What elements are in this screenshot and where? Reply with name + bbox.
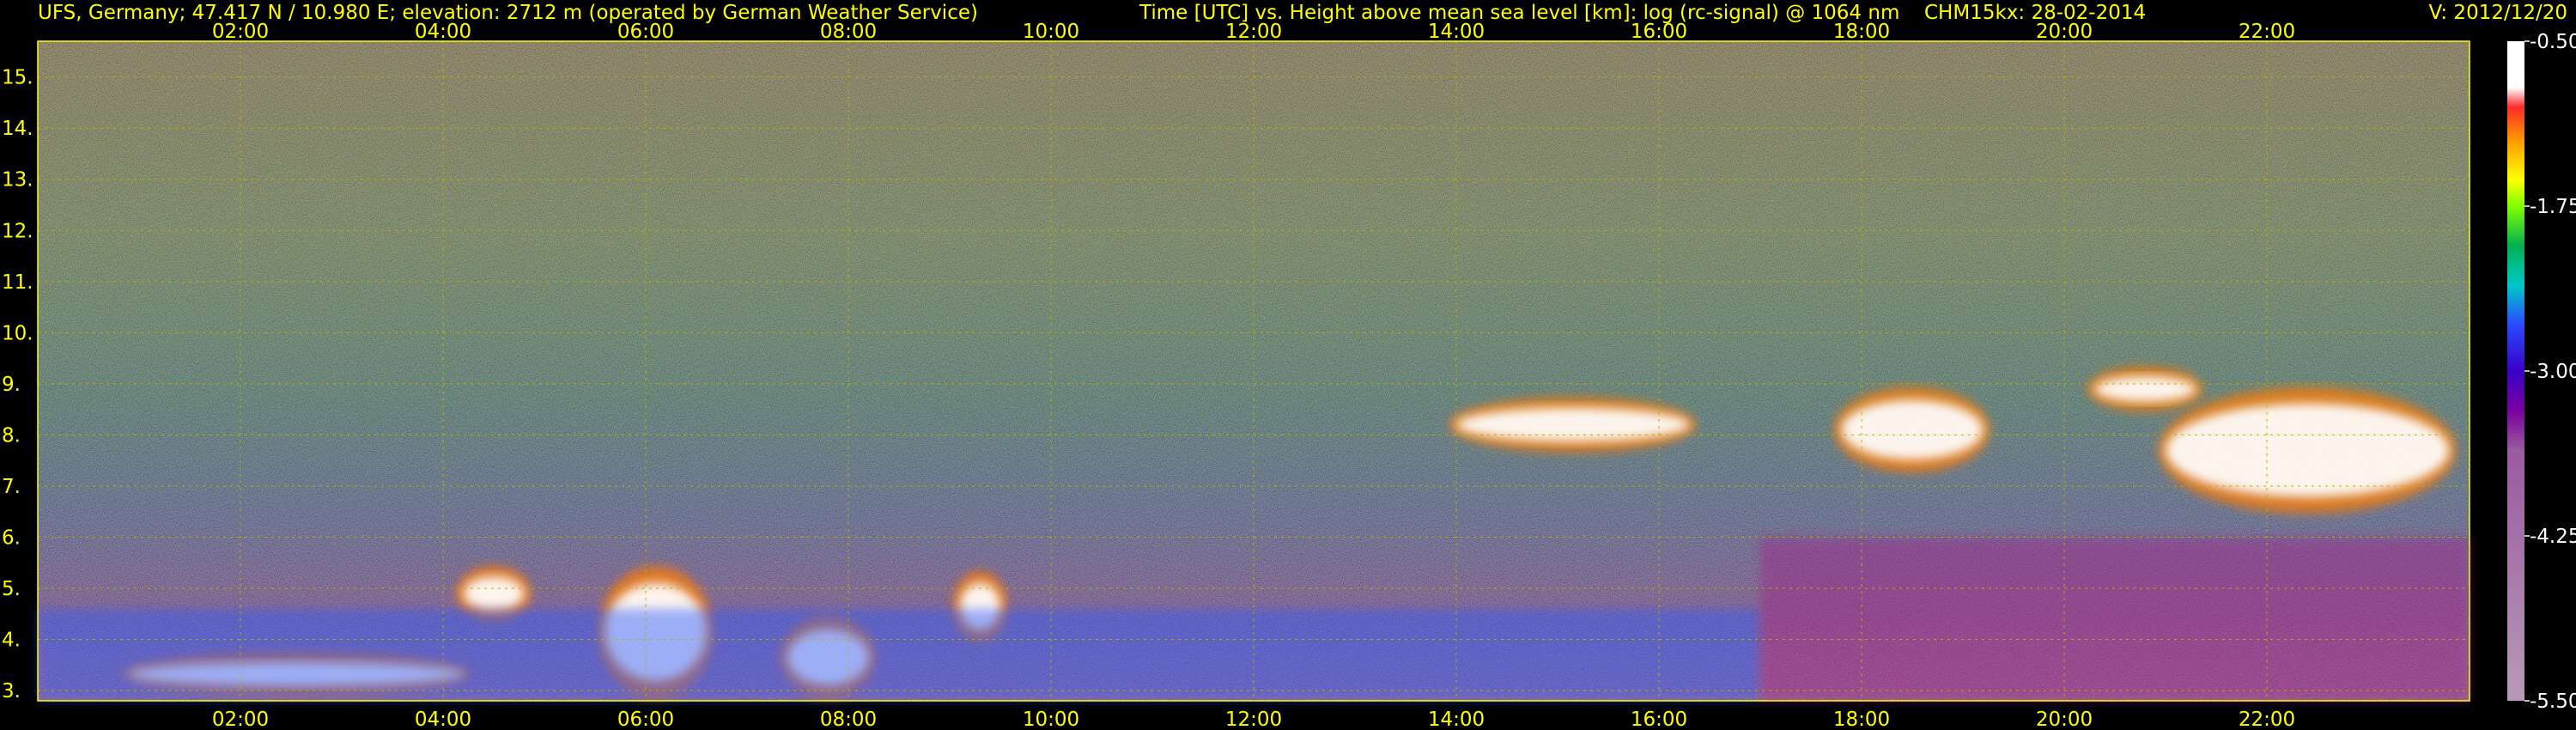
x-tick-label-bottom: 12:00 <box>1225 709 1282 730</box>
y-tick-label: 12. <box>2 220 33 242</box>
colorbar-ticks: -0.50 -1.75 -3.00 -4.25 -5.50 <box>2524 31 2576 713</box>
x-tick-label-top: 22:00 <box>2239 21 2295 43</box>
x-tick-label-top: 06:00 <box>617 21 674 43</box>
x-tick-label-top: 12:00 <box>1225 21 1282 43</box>
x-tick-label-top: 18:00 <box>1833 21 1890 43</box>
x-tick-label-bottom: 22:00 <box>2239 709 2295 730</box>
x-tick-label-bottom: 18:00 <box>1833 709 1890 730</box>
cloud-core-1 <box>463 576 525 611</box>
y-tick-label: 11. <box>2 271 33 294</box>
y-tick-label: 8. <box>2 424 21 447</box>
cloud-core-5 <box>1456 407 1690 442</box>
y-tick-label: 10. <box>2 322 33 344</box>
version-label: V: 2012/12/20 <box>2429 2 2567 24</box>
x-tick-label-bottom: 04:00 <box>415 709 471 730</box>
colorbar-tick-label: -3.00 <box>2530 361 2576 383</box>
y-tick-label: 15. <box>2 67 33 89</box>
y-tick-label: 5. <box>2 578 21 600</box>
cloud-core-6 <box>1841 399 1984 460</box>
x-tick-label-bottom: 20:00 <box>2036 709 2093 730</box>
x-tick-label-bottom: 10:00 <box>1023 709 1079 730</box>
colorbar: -0.50 -1.75 -3.00 -4.25 -5.50 <box>2507 31 2576 713</box>
x-tick-label-bottom: 06:00 <box>617 709 674 730</box>
x-tick-label-top: 16:00 <box>1631 21 1687 43</box>
colorbar-tick-label: -4.25 <box>2530 526 2576 548</box>
x-tick-label-bottom: 08:00 <box>820 709 877 730</box>
x-tick-label-top: 08:00 <box>820 21 877 43</box>
cloud-core-8 <box>2166 403 2450 497</box>
x-tick-label-bottom: 14:00 <box>1428 709 1485 730</box>
colorbar-gradient <box>2507 41 2524 701</box>
boundary-layer-9 <box>38 608 1760 701</box>
x-tick-label-top: 10:00 <box>1023 21 1079 43</box>
y-tick-label: 9. <box>2 374 21 396</box>
y-tick-label: 7. <box>2 476 21 498</box>
x-tick-label-top: 04:00 <box>415 21 471 43</box>
y-tick-label: 6. <box>2 526 21 549</box>
boundary-layer-10 <box>1760 537 2470 701</box>
x-tick-label-top: 02:00 <box>212 21 269 43</box>
cloud-core-7 <box>2094 375 2196 402</box>
colorbar-tick-label: -5.50 <box>2530 690 2576 713</box>
y-tick-label: 3. <box>2 680 21 703</box>
x-tick-label-top: 14:00 <box>1428 21 1485 43</box>
plot-area <box>37 40 2470 702</box>
ceilometer-chart: UFS, Germany; 47.417 N / 10.980 E; eleva… <box>2 2 2576 730</box>
y-axis-ticks: 3. 4. 5. 6. 7. 8. 9. 10. 11. 12. 13. 14. 15. <box>2 67 33 703</box>
x-tick-label-bottom: 16:00 <box>1631 709 1687 730</box>
y-tick-label: 13. <box>2 169 33 192</box>
y-tick-label: 4. <box>2 630 21 652</box>
colorbar-tick-label: -1.75 <box>2530 196 2576 218</box>
x-tick-label-bottom: 02:00 <box>212 709 269 730</box>
colorbar-tick-label: -0.50 <box>2530 31 2576 53</box>
x-tick-label-top: 20:00 <box>2036 21 2093 43</box>
y-tick-label: 14. <box>2 118 33 140</box>
